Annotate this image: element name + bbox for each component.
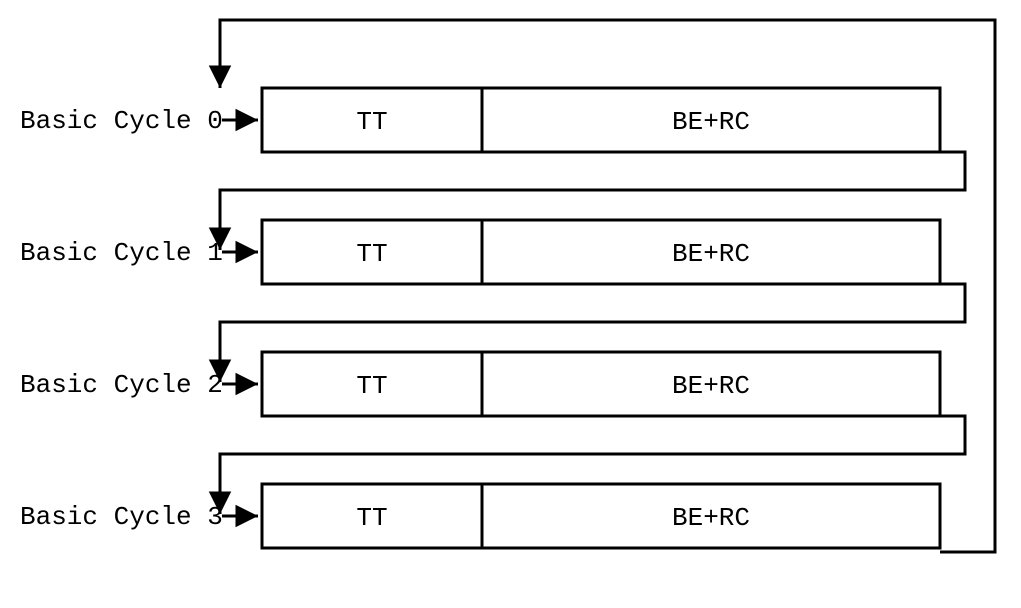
cycle-label: Basic Cycle 3 bbox=[20, 502, 223, 532]
tt-text: TT bbox=[356, 371, 387, 401]
berc-text: BE+RC bbox=[672, 371, 750, 401]
cycle-row-3: Basic Cycle 3 TT BE+RC bbox=[20, 484, 940, 548]
berc-text: BE+RC bbox=[672, 107, 750, 137]
tt-text: TT bbox=[356, 239, 387, 269]
cycle-diagram: Basic Cycle 0 TT BE+RC Basic Cycle 1 TT … bbox=[0, 0, 1021, 608]
cycle-label: Basic Cycle 0 bbox=[20, 106, 223, 136]
cycle-label: Basic Cycle 2 bbox=[20, 370, 223, 400]
tt-text: TT bbox=[356, 107, 387, 137]
berc-text: BE+RC bbox=[672, 239, 750, 269]
berc-text: BE+RC bbox=[672, 503, 750, 533]
tt-text: TT bbox=[356, 503, 387, 533]
cycle-label: Basic Cycle 1 bbox=[20, 238, 223, 268]
